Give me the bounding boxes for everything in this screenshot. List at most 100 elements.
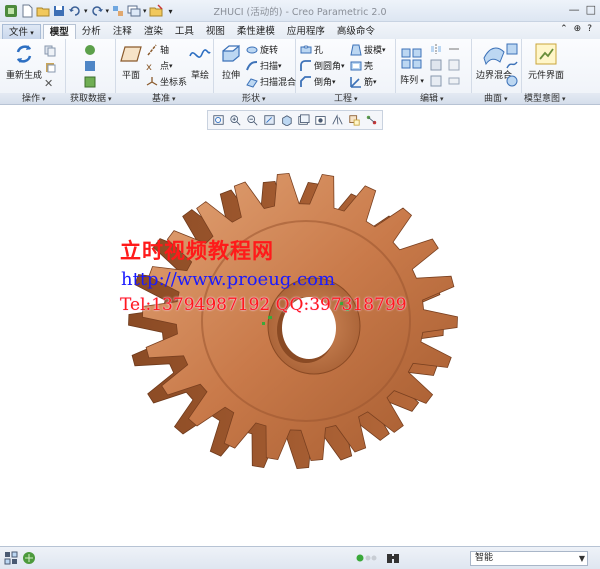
extrude-button[interactable]: 拉伸 [219, 42, 243, 81]
find-icon[interactable] [386, 551, 400, 565]
group-label-engineering[interactable]: 工程 ▾ [334, 93, 358, 105]
selection-filter-dropdown[interactable]: 智能 ▼ [470, 551, 588, 566]
component-interface-button[interactable]: 元件界面 [528, 42, 564, 81]
fill-icon[interactable] [506, 43, 520, 55]
group-shapes: 拉伸 旋转 扫描 ▾ 扫描混合 [214, 39, 296, 93]
group-label-datum[interactable]: 基准 ▾ [152, 93, 176, 105]
draft-button[interactable]: 拔模 ▾ [350, 43, 386, 56]
tab-analysis[interactable]: 分析 [76, 24, 107, 39]
swept-blend-button[interactable]: 扫描混合 [246, 75, 296, 88]
style-icon[interactable] [506, 59, 520, 71]
tab-render[interactable]: 渲染 [138, 24, 169, 39]
ribbon-group-labels: 操作 ▾ 获取数据 ▾ 基准 ▾ 形状 ▾ 工程 ▾ 编辑 ▾ 曲面 ▾ 模型意图 ▾ [0, 93, 600, 105]
group-label-editing[interactable]: 编辑 ▾ [420, 93, 444, 105]
datum-display-icon[interactable] [347, 113, 362, 127]
group-engineering: 孔 倒圆角 ▾ 倒角 ▾ 拔模 ▾ 壳 筋 ▾ [296, 39, 396, 93]
repaint-icon[interactable] [262, 113, 277, 127]
boundary-blend-icon [483, 47, 505, 66]
revolve-button[interactable]: 旋转 [246, 43, 278, 56]
trim-icon[interactable] [430, 75, 444, 87]
watermark-contact: Tel:13794987192 QQ:397318799 [120, 295, 407, 315]
rib-button[interactable]: 筋 ▾ [350, 75, 377, 88]
paste-icon[interactable] [44, 61, 58, 73]
tab-file[interactable]: 文件 ▾ [2, 24, 41, 39]
user-defined-feature-icon[interactable] [84, 44, 98, 56]
merge-icon[interactable] [430, 59, 444, 71]
regeneration-status-icon [356, 554, 377, 562]
extend-icon[interactable] [448, 43, 462, 55]
view-manager-icon[interactable] [313, 113, 328, 127]
svg-text:x: x [146, 62, 152, 72]
group-operations: 重新生成 ✕ [0, 39, 66, 93]
shell-button[interactable]: 壳 [350, 59, 373, 72]
search-icon[interactable]: ⊕ [574, 24, 582, 34]
graphics-toolbar [207, 110, 383, 130]
group-label-surfaces[interactable]: 曲面 ▾ [484, 93, 508, 105]
sweep-icon [246, 60, 258, 70]
plane-icon [120, 46, 142, 62]
refit-icon[interactable] [211, 113, 226, 127]
sweep-button[interactable]: 扫描 ▾ [246, 59, 282, 72]
saved-views-icon[interactable] [296, 113, 311, 127]
tab-view[interactable]: 视图 [200, 24, 231, 39]
status-bar: 智能 ▼ [0, 546, 600, 569]
zoom-in-icon[interactable] [228, 113, 243, 127]
maximize-icon[interactable]: □ [586, 3, 596, 16]
zoom-out-icon[interactable] [245, 113, 260, 127]
group-datum: 平面 轴 x 点 ▾ 坐标系 草绘 [116, 39, 214, 93]
minimize-icon[interactable]: — [569, 3, 580, 16]
copy-geometry-icon[interactable] [84, 60, 98, 72]
title-bar: ▾ ▾ ▾ ▾ ZHUCI (活动的) - Creo Parametric 2.… [0, 0, 600, 22]
minimize-ribbon-icon[interactable]: ⌃ [560, 24, 568, 34]
help-icon[interactable]: ? [587, 24, 592, 34]
point-icon: x [146, 62, 152, 72]
axis-button[interactable]: 轴 [146, 43, 169, 56]
group-label-get-data[interactable]: 获取数据 ▾ [70, 93, 112, 105]
draft-icon [350, 44, 362, 55]
annotation-display-icon[interactable] [364, 113, 379, 127]
delete-icon[interactable]: ✕ [44, 77, 53, 90]
tab-tools[interactable]: 工具 [169, 24, 200, 39]
perspective-icon[interactable] [330, 113, 345, 127]
group-label-model-intent[interactable]: 模型意图 ▾ [524, 93, 566, 105]
shell-icon [350, 61, 362, 70]
tab-model[interactable]: 模型 [42, 24, 76, 39]
coordinate-system-button[interactable]: 坐标系 [146, 75, 187, 88]
navigator-toggle-icon[interactable] [4, 551, 18, 565]
regenerate-big-icon [16, 45, 32, 63]
tab-applications[interactable]: 应用程序 [281, 24, 331, 39]
copy-icon[interactable] [44, 45, 58, 57]
pattern-icon [401, 48, 422, 69]
freestyle-icon[interactable] [506, 75, 520, 87]
tab-flexible-modeling[interactable]: 柔性建模 [231, 24, 281, 39]
round-button[interactable]: 倒圆角 ▾ [300, 59, 345, 72]
graphics-window[interactable]: 立时视频教程网 http://www.proeug.com Tel:137949… [0, 132, 600, 546]
swept-blend-icon [246, 77, 258, 88]
regenerate-button[interactable]: 重新生成 [6, 42, 42, 81]
offset-icon[interactable] [448, 59, 462, 71]
thicken-icon[interactable] [448, 75, 462, 87]
group-label-operations[interactable]: 操作 ▾ [22, 93, 46, 105]
group-model-intent: 元件界面 [522, 39, 600, 93]
plane-button[interactable]: 平面 [119, 42, 143, 81]
watermark-site-name: 立时视频教程网 [120, 238, 274, 263]
pattern-button[interactable]: 阵列 ▾ [400, 47, 424, 86]
revolve-icon [246, 46, 258, 53]
sketch-button[interactable]: 草绘 [188, 42, 212, 81]
group-label-shapes[interactable]: 形状 ▾ [242, 93, 266, 105]
round-icon [300, 59, 311, 71]
window-title: ZHUCI (活动的) - Creo Parametric 2.0 [213, 7, 387, 18]
gear-model[interactable] [0, 132, 600, 546]
chamfer-button[interactable]: 倒角 ▾ [300, 75, 336, 88]
hole-button[interactable]: 孔 [300, 43, 323, 56]
chevron-down-icon: ▼ [578, 554, 585, 563]
browser-toggle-icon[interactable] [22, 551, 36, 565]
ribbon-tabs: 文件 ▾ 模型 分析 注释 渲染 工具 视图 柔性建模 应用程序 高级命令 ⌃ … [0, 22, 600, 39]
tab-advanced-commands[interactable]: 高级命令 [331, 24, 381, 39]
tab-annotate[interactable]: 注释 [107, 24, 138, 39]
point-button[interactable]: x 点 ▾ [146, 59, 173, 73]
shrinkwrap-icon[interactable] [84, 76, 98, 88]
group-editing: 阵列 ▾ [396, 39, 472, 93]
mirror-icon[interactable] [430, 43, 444, 55]
display-style-icon[interactable] [279, 113, 294, 127]
